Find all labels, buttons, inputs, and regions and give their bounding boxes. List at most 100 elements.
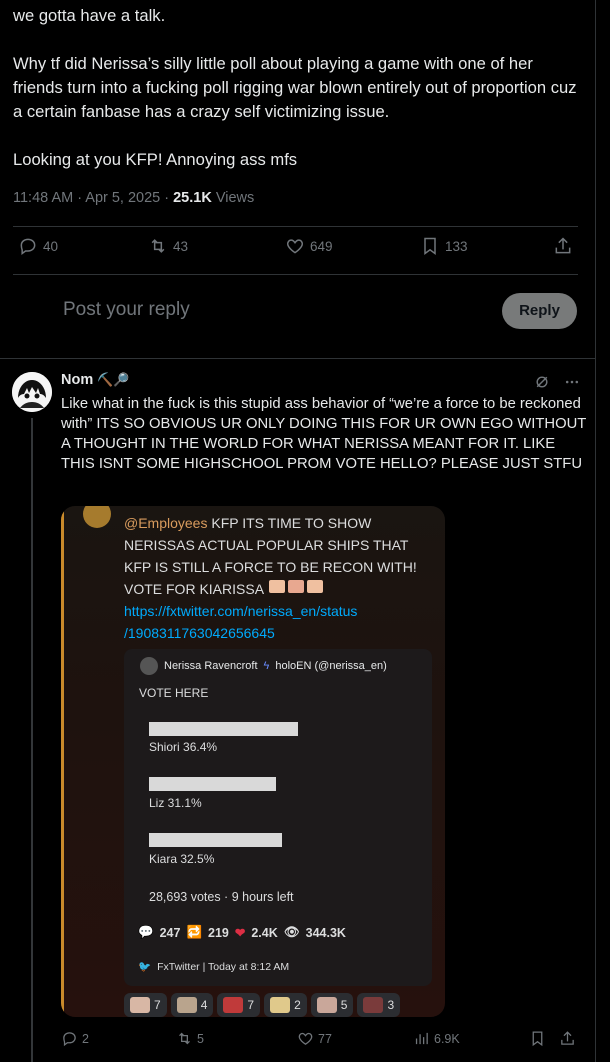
reaction-emoji-icon bbox=[363, 997, 384, 1013]
discord-avatar bbox=[83, 506, 111, 528]
embed-views: 344.3K bbox=[305, 925, 346, 940]
avatar[interactable] bbox=[12, 372, 52, 412]
embed-footer: 🐦 FxTwitter | Today at 8:12 AM bbox=[138, 960, 290, 974]
views-count: 6.9K bbox=[434, 1031, 460, 1046]
repost-count: 5 bbox=[197, 1031, 204, 1046]
repost-icon bbox=[151, 239, 165, 253]
reaction[interactable]: 4 bbox=[170, 993, 214, 1017]
poll-label: Liz 31.1% bbox=[149, 796, 202, 810]
retweet-icon: 🔁 bbox=[186, 925, 203, 939]
repost-count: 43 bbox=[173, 238, 189, 254]
chicken-emojis-icon bbox=[267, 580, 327, 597]
embed-header: Nerissa Ravencroft ϟ holoEN (@nerissa_en… bbox=[140, 657, 387, 675]
reply-top-icons bbox=[534, 374, 580, 394]
reaction-count: 5 bbox=[340, 998, 348, 1012]
embed-accent-bar bbox=[61, 506, 64, 1017]
heart-icon bbox=[286, 239, 304, 254]
name-emojis: ⛏️🔎 bbox=[97, 372, 130, 387]
heart-icon bbox=[298, 1032, 313, 1045]
fxtwitter-embed: Nerissa Ravencroft ϟ holoEN (@nerissa_en… bbox=[124, 649, 432, 986]
tweet-text: we gotta have a talk. Why tf did Nerissa… bbox=[13, 6, 577, 169]
views-action[interactable]: 6.9K bbox=[413, 1030, 460, 1047]
tweet-meta: 11:48 AM · Apr 5, 2025 · 25.1K Views bbox=[13, 190, 254, 206]
reactions: 7 4 7 2 5 3 bbox=[124, 993, 401, 1017]
share-icon bbox=[561, 1031, 574, 1045]
thread-line bbox=[31, 418, 33, 1062]
embed-likes: 2.4K bbox=[251, 925, 278, 940]
reply-action[interactable]: 40 bbox=[18, 236, 58, 256]
eye-icon: 👁 bbox=[283, 925, 300, 939]
grok-icon[interactable] bbox=[534, 374, 550, 394]
like-count: 77 bbox=[318, 1031, 332, 1046]
tweet-views-label: Views bbox=[215, 190, 255, 206]
reply-count: 2 bbox=[82, 1031, 89, 1046]
reaction-count: 7 bbox=[154, 998, 161, 1012]
embed-author-avatar bbox=[140, 657, 158, 675]
reaction-emoji-icon bbox=[223, 997, 244, 1013]
poll-bar bbox=[149, 777, 276, 791]
reaction-count: 2 bbox=[294, 998, 301, 1012]
bookmark-action[interactable] bbox=[529, 1030, 546, 1047]
share-action[interactable] bbox=[553, 236, 573, 256]
tweet-timestamp[interactable]: 11:48 AM · Apr 5, 2025 · bbox=[13, 190, 169, 206]
reply-author[interactable]: Nom ⛏️🔎 bbox=[61, 372, 130, 388]
divider bbox=[13, 274, 578, 275]
column-divider bbox=[595, 0, 596, 1062]
reaction[interactable]: 3 bbox=[357, 993, 401, 1017]
repost-action[interactable]: 43 bbox=[148, 236, 188, 256]
embed-stats: 💬 247 🔁 219 ❤ 2.4K 👁 344.3K bbox=[138, 925, 346, 940]
poll-bar bbox=[149, 722, 298, 736]
bookmark-action[interactable]: 133 bbox=[420, 236, 468, 256]
tweet-action-bar: 40 43 649 133 bbox=[13, 236, 578, 266]
reply-author-name[interactable]: Nom bbox=[61, 372, 93, 388]
poll-votes: 28,693 votes · 9 hours left bbox=[149, 890, 294, 904]
reaction-emoji-icon bbox=[270, 997, 291, 1013]
more-icon[interactable] bbox=[564, 374, 580, 394]
embed-retweets: 219 bbox=[208, 925, 229, 940]
like-count: 649 bbox=[310, 238, 333, 254]
reaction[interactable]: 2 bbox=[264, 993, 307, 1017]
like-action[interactable]: 649 bbox=[285, 236, 333, 256]
share-action[interactable] bbox=[559, 1030, 576, 1047]
bookmark-icon bbox=[424, 237, 436, 255]
reaction[interactable]: 5 bbox=[310, 993, 354, 1017]
reaction-count: 7 bbox=[247, 998, 255, 1012]
message-link-line2: /1908311763042656645 bbox=[124, 625, 275, 641]
attached-image[interactable]: @Employees KFP ITS TIME TO SHOW NERISSAS… bbox=[61, 506, 445, 1017]
reply-icon bbox=[63, 1032, 76, 1047]
like-action[interactable]: 77 bbox=[297, 1030, 332, 1047]
mention: @Employees bbox=[124, 515, 208, 531]
reaction-emoji-icon bbox=[176, 997, 197, 1013]
reply-input[interactable]: Post your reply bbox=[63, 299, 190, 321]
discord-message: @Employees KFP ITS TIME TO SHOW NERISSAS… bbox=[124, 512, 434, 644]
poll-label: Shiori 36.4% bbox=[149, 740, 218, 754]
embed-author: Nerissa Ravencroft bbox=[164, 660, 258, 672]
reaction[interactable]: 7 bbox=[217, 993, 261, 1017]
avatar-image bbox=[12, 372, 52, 412]
tweet-views-count: 25.1K bbox=[173, 190, 212, 206]
lightning-icon: ϟ bbox=[263, 660, 270, 672]
reply-count: 40 bbox=[43, 238, 59, 254]
share-icon bbox=[555, 237, 571, 254]
reaction-emoji-icon bbox=[130, 997, 150, 1013]
repost-icon bbox=[179, 1032, 190, 1045]
analytics-icon bbox=[415, 1032, 428, 1045]
twitter-bird-icon: 🐦 bbox=[138, 961, 152, 973]
poll-label: Kiara 32.5% bbox=[149, 852, 215, 866]
message-link-line1: https://fxtwitter.com/nerissa_en/status bbox=[124, 603, 358, 619]
embed-author-suffix: holoEN (@nerissa_en) bbox=[275, 660, 387, 672]
reply-button[interactable]: Reply bbox=[502, 293, 577, 329]
bookmark-count: 133 bbox=[445, 238, 468, 254]
embed-footer-text: FxTwitter | Today at 8:12 AM bbox=[157, 960, 290, 973]
heart-icon: ❤ bbox=[234, 926, 246, 940]
embed-body: VOTE HERE bbox=[139, 686, 209, 700]
divider bbox=[13, 226, 578, 227]
poll-bar bbox=[149, 833, 282, 847]
reaction[interactable]: 7 bbox=[124, 993, 167, 1017]
reaction-emoji-icon bbox=[316, 997, 337, 1013]
repost-action[interactable]: 5 bbox=[176, 1030, 204, 1047]
reply-action[interactable]: 2 bbox=[61, 1030, 89, 1047]
reaction-count: 4 bbox=[200, 998, 208, 1012]
reply-icon bbox=[20, 238, 36, 255]
reply-composer: Post your reply Reply bbox=[0, 285, 595, 345]
